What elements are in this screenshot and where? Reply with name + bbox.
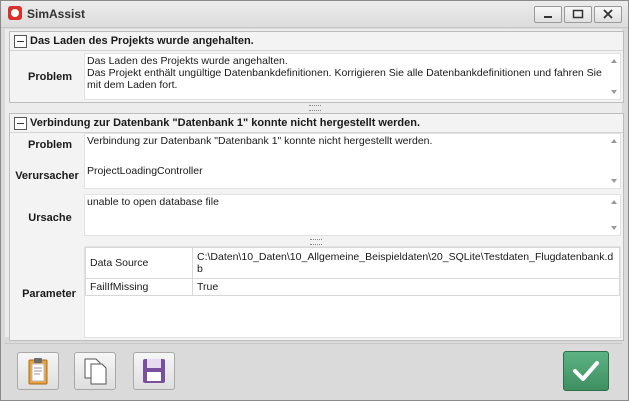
problem-verursacher-textbox[interactable]: Verbindung zur Datenbank "Datenbank 1" k… <box>84 133 621 189</box>
checkmark-icon <box>573 361 599 381</box>
message-area: Das Laden des Projekts wurde angehalten.… <box>5 29 624 341</box>
close-button[interactable] <box>594 6 622 23</box>
bottom-toolbar <box>5 343 622 399</box>
app-icon <box>8 6 22 20</box>
collapse-icon[interactable] <box>14 117 27 130</box>
collapse-icon[interactable] <box>14 35 27 48</box>
splitter-grip[interactable] <box>309 105 321 111</box>
scroll-down-arrow-icon[interactable] <box>611 90 617 94</box>
copy-button[interactable] <box>74 352 116 390</box>
parameter-grid: Data Source C:\Daten\10_Daten\10_Allgeme… <box>84 246 621 338</box>
ursache-label: Ursache <box>28 212 72 224</box>
paste-button[interactable] <box>17 352 59 390</box>
problem-label: Problem <box>27 71 72 83</box>
save-icon <box>143 359 165 383</box>
ursache-text: unable to open database file <box>87 196 219 208</box>
save-button[interactable] <box>133 352 175 390</box>
scroll-down-arrow-icon[interactable] <box>611 226 617 230</box>
splitter-grip[interactable] <box>310 239 322 245</box>
table-row[interactable]: Data Source C:\Daten\10_Daten\10_Allgeme… <box>85 247 620 279</box>
scroll-up-arrow-icon[interactable] <box>611 139 617 143</box>
simassist-dialog: SimAssist Das Laden des Projekts wurde a… <box>0 0 629 401</box>
parameter-table: Data Source C:\Daten\10_Daten\10_Allgeme… <box>85 247 620 296</box>
scrollbar[interactable] <box>608 134 620 188</box>
close-icon <box>603 9 613 19</box>
group-header: Das Laden des Projekts wurde angehalten. <box>10 32 623 51</box>
scroll-down-arrow-icon[interactable] <box>611 179 617 183</box>
table-row[interactable]: FailIfMissing True <box>85 278 620 296</box>
group-header: Verbindung zur Datenbank "Datenbank 1" k… <box>10 114 623 133</box>
parameter-value: True <box>192 278 620 296</box>
problem-text: Verbindung zur Datenbank "Datenbank 1" k… <box>87 135 433 147</box>
ursache-textbox[interactable]: unable to open database file <box>84 194 621 236</box>
verursacher-text: ProjectLoadingController <box>87 165 203 177</box>
group-title: Verbindung zur Datenbank "Datenbank 1" k… <box>30 117 420 129</box>
window-title: SimAssist <box>27 7 86 21</box>
scroll-up-arrow-icon[interactable] <box>611 200 617 204</box>
parameter-name: FailIfMissing <box>85 278 193 296</box>
group-title: Das Laden des Projekts wurde angehalten. <box>30 35 254 47</box>
problem-text: Das Laden des Projekts wurde angehalten.… <box>87 55 602 91</box>
scroll-up-arrow-icon[interactable] <box>611 59 617 63</box>
copy-icon <box>84 358 107 385</box>
clipboard-icon <box>28 358 48 385</box>
message-group-2: Verbindung zur Datenbank "Datenbank 1" k… <box>9 113 624 341</box>
maximize-icon <box>572 9 584 19</box>
confirm-button[interactable] <box>563 351 609 391</box>
problem-textbox[interactable]: Das Laden des Projekts wurde angehalten.… <box>84 53 621 100</box>
minimize-icon <box>544 16 552 18</box>
scrollbar[interactable] <box>608 54 620 99</box>
scrollbar[interactable] <box>608 195 620 235</box>
message-group-1: Das Laden des Projekts wurde angehalten.… <box>9 31 624 103</box>
maximize-button[interactable] <box>564 6 592 23</box>
parameter-value: C:\Daten\10_Daten\10_Allgemeine_Beispiel… <box>192 247 620 279</box>
minimize-button[interactable] <box>534 6 562 23</box>
verursacher-label: Verursacher <box>15 170 79 182</box>
parameter-name: Data Source <box>85 247 193 279</box>
problem-label: Problem <box>27 139 72 151</box>
title-bar: SimAssist <box>1 1 628 28</box>
parameter-label: Parameter <box>22 288 76 300</box>
